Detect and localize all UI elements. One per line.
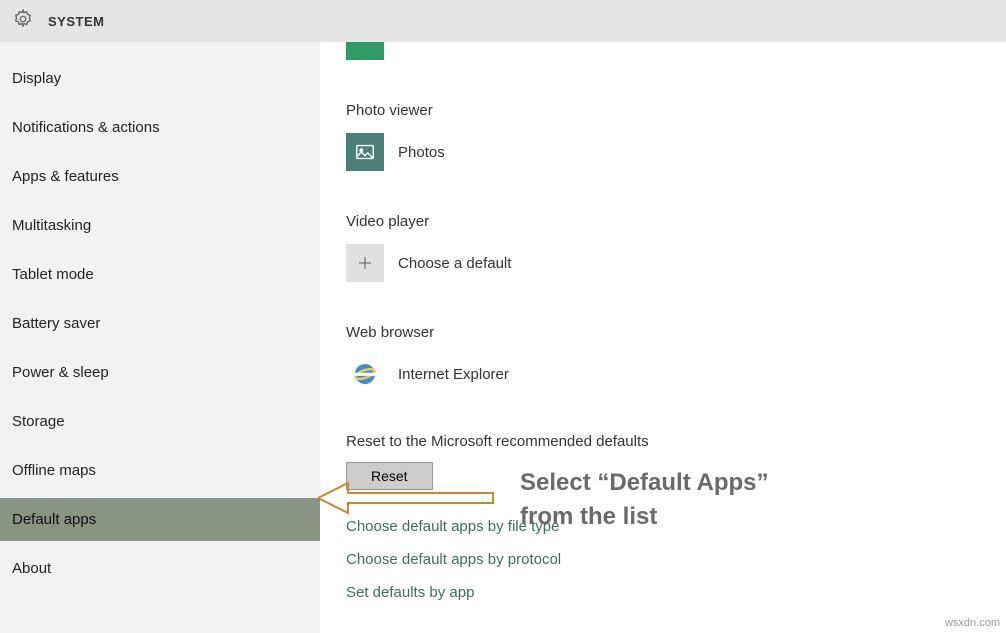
photos-icon — [346, 133, 384, 171]
app-label: Choose a default — [398, 255, 511, 272]
window-title: SYSTEM — [48, 14, 104, 29]
app-label: Internet Explorer — [398, 366, 509, 383]
photo-viewer-section: Photo viewer Photos — [346, 102, 980, 171]
link-by-protocol[interactable]: Choose default apps by protocol — [346, 551, 980, 568]
ie-icon — [346, 355, 384, 393]
app-label: Photos — [398, 144, 445, 161]
annotation-text: Select “Default Apps” from the list — [520, 466, 769, 533]
section-heading: Web browser — [346, 324, 980, 341]
sidebar-item-display[interactable]: Display — [0, 57, 320, 100]
photo-viewer-app[interactable]: Photos — [346, 133, 980, 171]
video-player-app[interactable]: Choose a default — [346, 244, 980, 282]
sidebar-item-battery-saver[interactable]: Battery saver — [0, 302, 320, 345]
partial-app-tile[interactable] — [346, 42, 384, 60]
watermark: wsxdn.com — [945, 617, 1000, 629]
sidebar-item-apps-features[interactable]: Apps & features — [0, 155, 320, 198]
sidebar-item-power-sleep[interactable]: Power & sleep — [0, 351, 320, 394]
sidebar-item-default-apps[interactable]: Default apps — [0, 498, 320, 541]
annotation-line2: from the list — [520, 500, 769, 534]
web-browser-app[interactable]: Internet Explorer — [346, 355, 980, 393]
section-heading: Video player — [346, 213, 980, 230]
titlebar: SYSTEM — [0, 0, 1006, 42]
sidebar: Display Notifications & actions Apps & f… — [0, 42, 320, 633]
sidebar-item-multitasking[interactable]: Multitasking — [0, 204, 320, 247]
main-area: Display Notifications & actions Apps & f… — [0, 42, 1006, 633]
section-heading: Photo viewer — [346, 102, 980, 119]
sidebar-item-tablet-mode[interactable]: Tablet mode — [0, 253, 320, 296]
link-by-app[interactable]: Set defaults by app — [346, 584, 980, 601]
annotation-line1: Select “Default Apps” — [520, 466, 769, 500]
web-browser-section: Web browser Internet Explorer — [346, 324, 980, 393]
reset-button[interactable]: Reset — [346, 462, 433, 490]
sidebar-item-storage[interactable]: Storage — [0, 400, 320, 443]
sidebar-item-about[interactable]: About — [0, 547, 320, 590]
content-panel: Photo viewer Photos Video player — [320, 42, 1006, 633]
video-player-section: Video player Choose a default — [346, 213, 980, 282]
reset-heading: Reset to the Microsoft recommended defau… — [346, 433, 980, 450]
plus-icon — [346, 244, 384, 282]
sidebar-item-notifications[interactable]: Notifications & actions — [0, 106, 320, 149]
sidebar-item-offline-maps[interactable]: Offline maps — [0, 449, 320, 492]
gear-icon — [12, 8, 34, 35]
